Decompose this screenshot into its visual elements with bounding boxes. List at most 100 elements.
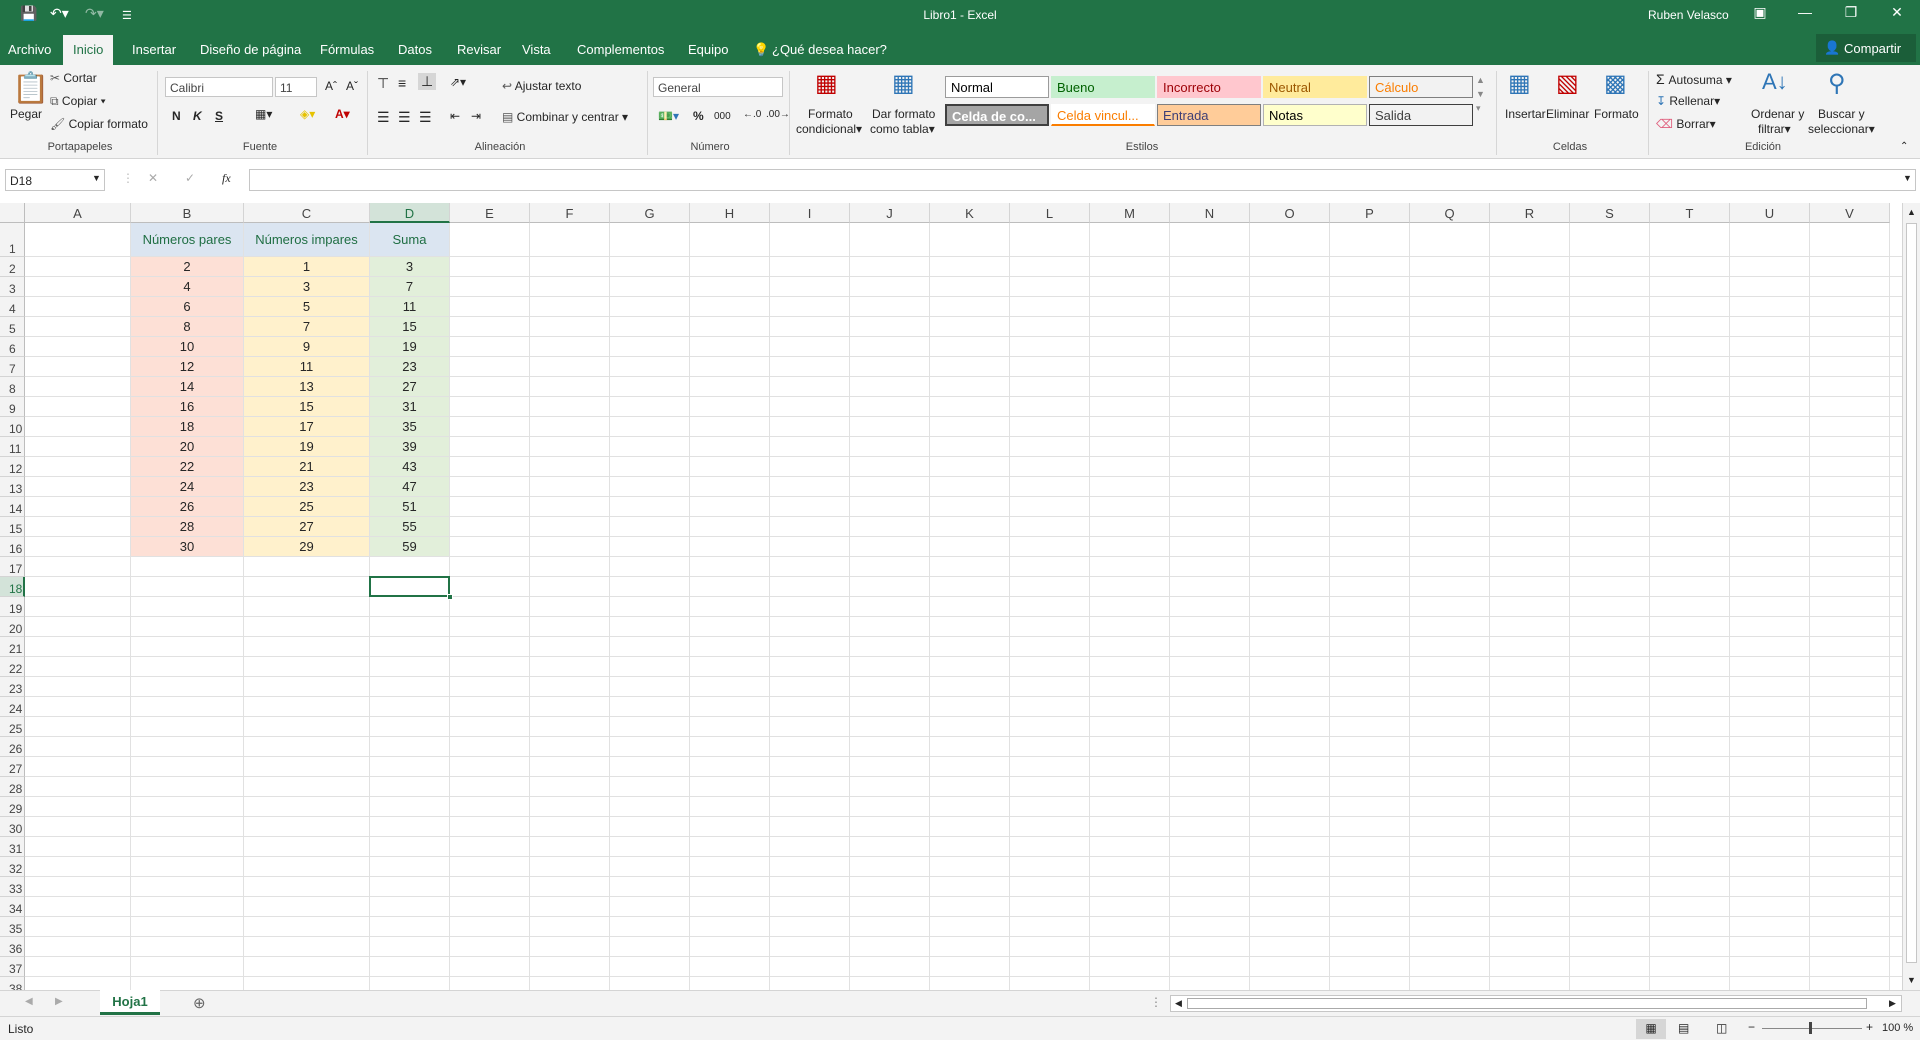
number-format-select[interactable]: General xyxy=(653,77,783,97)
align-top-icon[interactable]: ⊤ xyxy=(377,75,389,92)
insert-cells-icon[interactable]: ▦ xyxy=(1508,69,1531,98)
scroll-down-icon[interactable]: ▼ xyxy=(1907,975,1916,985)
data-cell[interactable]: 28 xyxy=(131,517,243,536)
vertical-scroll-thumb[interactable] xyxy=(1906,223,1917,963)
data-cell[interactable]: 27 xyxy=(370,377,449,396)
row-header-10[interactable]: 10 xyxy=(0,417,25,437)
prev-sheet-icon[interactable]: ◀ xyxy=(25,996,33,1007)
select-all-button[interactable] xyxy=(0,203,25,223)
align-middle-icon[interactable]: ≡ xyxy=(398,75,406,91)
fill-handle[interactable] xyxy=(447,594,453,600)
data-cell[interactable]: 1 xyxy=(244,257,369,276)
zoom-slider-thumb[interactable] xyxy=(1809,1022,1812,1034)
scroll-up-icon[interactable]: ▲ xyxy=(1907,207,1916,217)
data-cell[interactable]: 43 xyxy=(370,457,449,476)
worksheet-grid[interactable]: A B C D E F G H I J K L M N O P Q R S T U V 1 2 3 4 5 6 7 8 9 10 11 12 13 1… xyxy=(0,203,1920,990)
tell-me-search[interactable]: ¿Qué desea hacer? xyxy=(772,42,887,57)
row-header-3[interactable]: 3 xyxy=(0,277,25,297)
tab-archivo[interactable]: Archivo xyxy=(8,42,51,57)
cell-style-7[interactable]: Entrada xyxy=(1157,104,1261,126)
data-cell[interactable]: 15 xyxy=(370,317,449,336)
paste-button[interactable]: Pegar xyxy=(10,107,42,121)
close-icon[interactable]: ✕ xyxy=(1882,4,1912,21)
accounting-icon[interactable]: 💵▾ xyxy=(658,109,679,123)
row-header-4[interactable]: 4 xyxy=(0,297,25,317)
paste-icon[interactable]: 📋 xyxy=(12,71,49,106)
tab-complementos[interactable]: Complementos xyxy=(577,42,664,57)
data-cell[interactable]: 15 xyxy=(244,397,369,416)
fill-color-icon[interactable]: ◈▾ xyxy=(300,107,315,121)
delete-cells-icon[interactable]: ▧ xyxy=(1556,69,1579,98)
data-cell[interactable]: 17 xyxy=(244,417,369,436)
column-header-k[interactable]: K xyxy=(930,203,1010,223)
format-as-table-icon[interactable]: ▦ xyxy=(892,69,915,98)
tab-vista[interactable]: Vista xyxy=(522,42,551,57)
page-break-icon[interactable]: ◫ xyxy=(1716,1021,1727,1035)
copy-button[interactable]: ⧉ Copiar ▾ xyxy=(50,94,106,109)
sheet-tab-hoja1[interactable]: Hoja1 xyxy=(100,990,160,1015)
cell-style-3[interactable]: Neutral xyxy=(1263,76,1367,98)
row-header-35[interactable]: 35 xyxy=(0,917,25,937)
align-bottom-icon[interactable]: ⊥ xyxy=(418,73,437,90)
data-cell[interactable]: 59 xyxy=(370,537,449,556)
increase-indent-icon[interactable]: ⇥ xyxy=(471,109,481,123)
formula-input[interactable] xyxy=(249,169,1916,191)
column-header-d[interactable]: D xyxy=(370,203,450,223)
zoom-out-icon[interactable]: − xyxy=(1748,1020,1755,1034)
row-header-29[interactable]: 29 xyxy=(0,797,25,817)
column-header-q[interactable]: Q xyxy=(1410,203,1490,223)
data-cell[interactable]: 47 xyxy=(370,477,449,496)
column-header-p[interactable]: P xyxy=(1330,203,1410,223)
row-header-16[interactable]: 16 xyxy=(0,537,25,557)
format-cells-icon[interactable]: ▩ xyxy=(1604,69,1627,98)
thousands-button[interactable]: 000 xyxy=(714,111,731,122)
borders-icon[interactable]: ▦▾ xyxy=(255,107,272,121)
conditional-format-button-2[interactable]: condicional▾ xyxy=(796,122,862,136)
grow-font-icon[interactable]: Aˆ xyxy=(325,79,337,93)
align-left-icon[interactable]: ☰ xyxy=(377,109,390,126)
data-cell[interactable]: 9 xyxy=(244,337,369,356)
header-cell[interactable]: Números pares xyxy=(131,223,243,256)
header-cell[interactable]: Suma xyxy=(370,223,449,256)
data-cell[interactable]: 3 xyxy=(244,277,369,296)
insert-function-icon[interactable]: fx xyxy=(222,171,231,186)
column-header-a[interactable]: A xyxy=(25,203,131,223)
row-header-31[interactable]: 31 xyxy=(0,837,25,857)
column-header-m[interactable]: M xyxy=(1090,203,1170,223)
data-cell[interactable]: 11 xyxy=(244,357,369,376)
row-header-6[interactable]: 6 xyxy=(0,337,25,357)
minimize-icon[interactable]: — xyxy=(1790,4,1820,20)
data-cell[interactable]: 13 xyxy=(244,377,369,396)
column-header-u[interactable]: U xyxy=(1730,203,1810,223)
zoom-slider[interactable] xyxy=(1762,1028,1862,1029)
conditional-format-button[interactable]: Formato xyxy=(808,107,853,121)
column-header-h[interactable]: H xyxy=(690,203,770,223)
format-painter-button[interactable]: 🖌 Copiar formato xyxy=(50,117,148,131)
data-cell[interactable]: 22 xyxy=(131,457,243,476)
data-cell[interactable]: 12 xyxy=(131,357,243,376)
vertical-scrollbar[interactable]: ▲ ▼ xyxy=(1902,203,1920,990)
row-header-33[interactable]: 33 xyxy=(0,877,25,897)
data-cell[interactable]: 3 xyxy=(370,257,449,276)
cell-style-2[interactable]: Incorrecto xyxy=(1157,76,1261,98)
tab-inicio[interactable]: Inicio xyxy=(63,35,114,65)
column-header-i[interactable]: I xyxy=(770,203,850,223)
data-cell[interactable]: 16 xyxy=(131,397,243,416)
row-header-30[interactable]: 30 xyxy=(0,817,25,837)
sort-filter-button[interactable]: Ordenar y xyxy=(1751,107,1804,121)
underline-button[interactable]: S xyxy=(215,109,223,123)
data-cell[interactable]: 4 xyxy=(131,277,243,296)
row-header-14[interactable]: 14 xyxy=(0,497,25,517)
bold-button[interactable]: N xyxy=(172,109,181,123)
row-header-11[interactable]: 11 xyxy=(0,437,25,457)
horizontal-scrollbar[interactable]: ◀ ▶ xyxy=(1170,995,1902,1012)
row-header-21[interactable]: 21 xyxy=(0,637,25,657)
data-cell[interactable]: 35 xyxy=(370,417,449,436)
autosum-button[interactable]: Σ Autosuma ▾ xyxy=(1656,71,1732,87)
row-header-8[interactable]: 8 xyxy=(0,377,25,397)
column-header-g[interactable]: G xyxy=(610,203,690,223)
cell-style-5[interactable]: Celda de co... xyxy=(945,104,1049,126)
merge-center-button[interactable]: ▤ Combinar y centrar ▾ xyxy=(502,110,628,124)
row-header-2[interactable]: 2 xyxy=(0,257,25,277)
row-header-22[interactable]: 22 xyxy=(0,657,25,677)
